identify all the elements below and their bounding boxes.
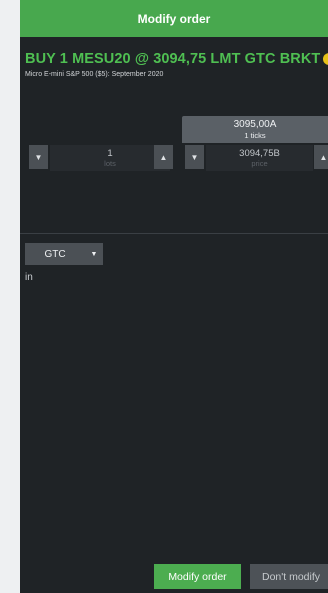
instrument-description: Micro E-mini S&P 500 ($5): September 202… — [25, 71, 164, 78]
chevron-down-icon: ▼ — [90, 250, 98, 258]
limit-reference-price: 3095,00A — [233, 119, 277, 130]
section-divider — [20, 233, 328, 234]
chevron-down-icon: ▼ — [190, 152, 199, 162]
price-label: price — [251, 159, 268, 168]
quantity-decrement-button[interactable]: ▼ — [29, 145, 48, 169]
order-summary: BUY 1 MESU20 @ 3094,75 LMT GTC BRKTi — [25, 51, 328, 67]
info-icon[interactable]: i — [323, 53, 328, 65]
quantity-value: 1 — [107, 148, 113, 159]
modify-order-panel: Modify order BUY 1 MESU20 @ 3094,75 LMT … — [20, 0, 328, 593]
quantity-label: lots — [104, 159, 116, 168]
limit-reference-box: 3095,00A 1 ticks — [182, 116, 328, 143]
price-decrement-button[interactable]: ▼ — [185, 145, 204, 169]
dialog-title: Modify order — [20, 0, 328, 37]
price-value: 3094,75B — [239, 148, 280, 159]
time-in-force-select[interactable]: GTC ▼ — [25, 243, 103, 265]
dont-modify-button[interactable]: Don't modify — [250, 564, 328, 589]
quantity-increment-button[interactable]: ▲ — [154, 145, 173, 169]
time-in-force-value: GTC — [44, 248, 66, 260]
in-label: in — [25, 272, 33, 283]
chevron-up-icon: ▲ — [159, 152, 168, 162]
chevron-down-icon: ▼ — [34, 152, 43, 162]
chevron-up-icon: ▲ — [319, 152, 328, 162]
limit-reference-ticks: 1 ticks — [244, 131, 266, 140]
order-summary-text: BUY 1 MESU20 @ 3094,75 LMT GTC BRKT — [25, 51, 321, 67]
modify-order-button[interactable]: Modify order — [154, 564, 241, 589]
price-field[interactable]: 3094,75B price — [206, 145, 313, 171]
quantity-field[interactable]: 1 lots — [50, 145, 170, 171]
price-increment-button[interactable]: ▲ — [314, 145, 328, 169]
